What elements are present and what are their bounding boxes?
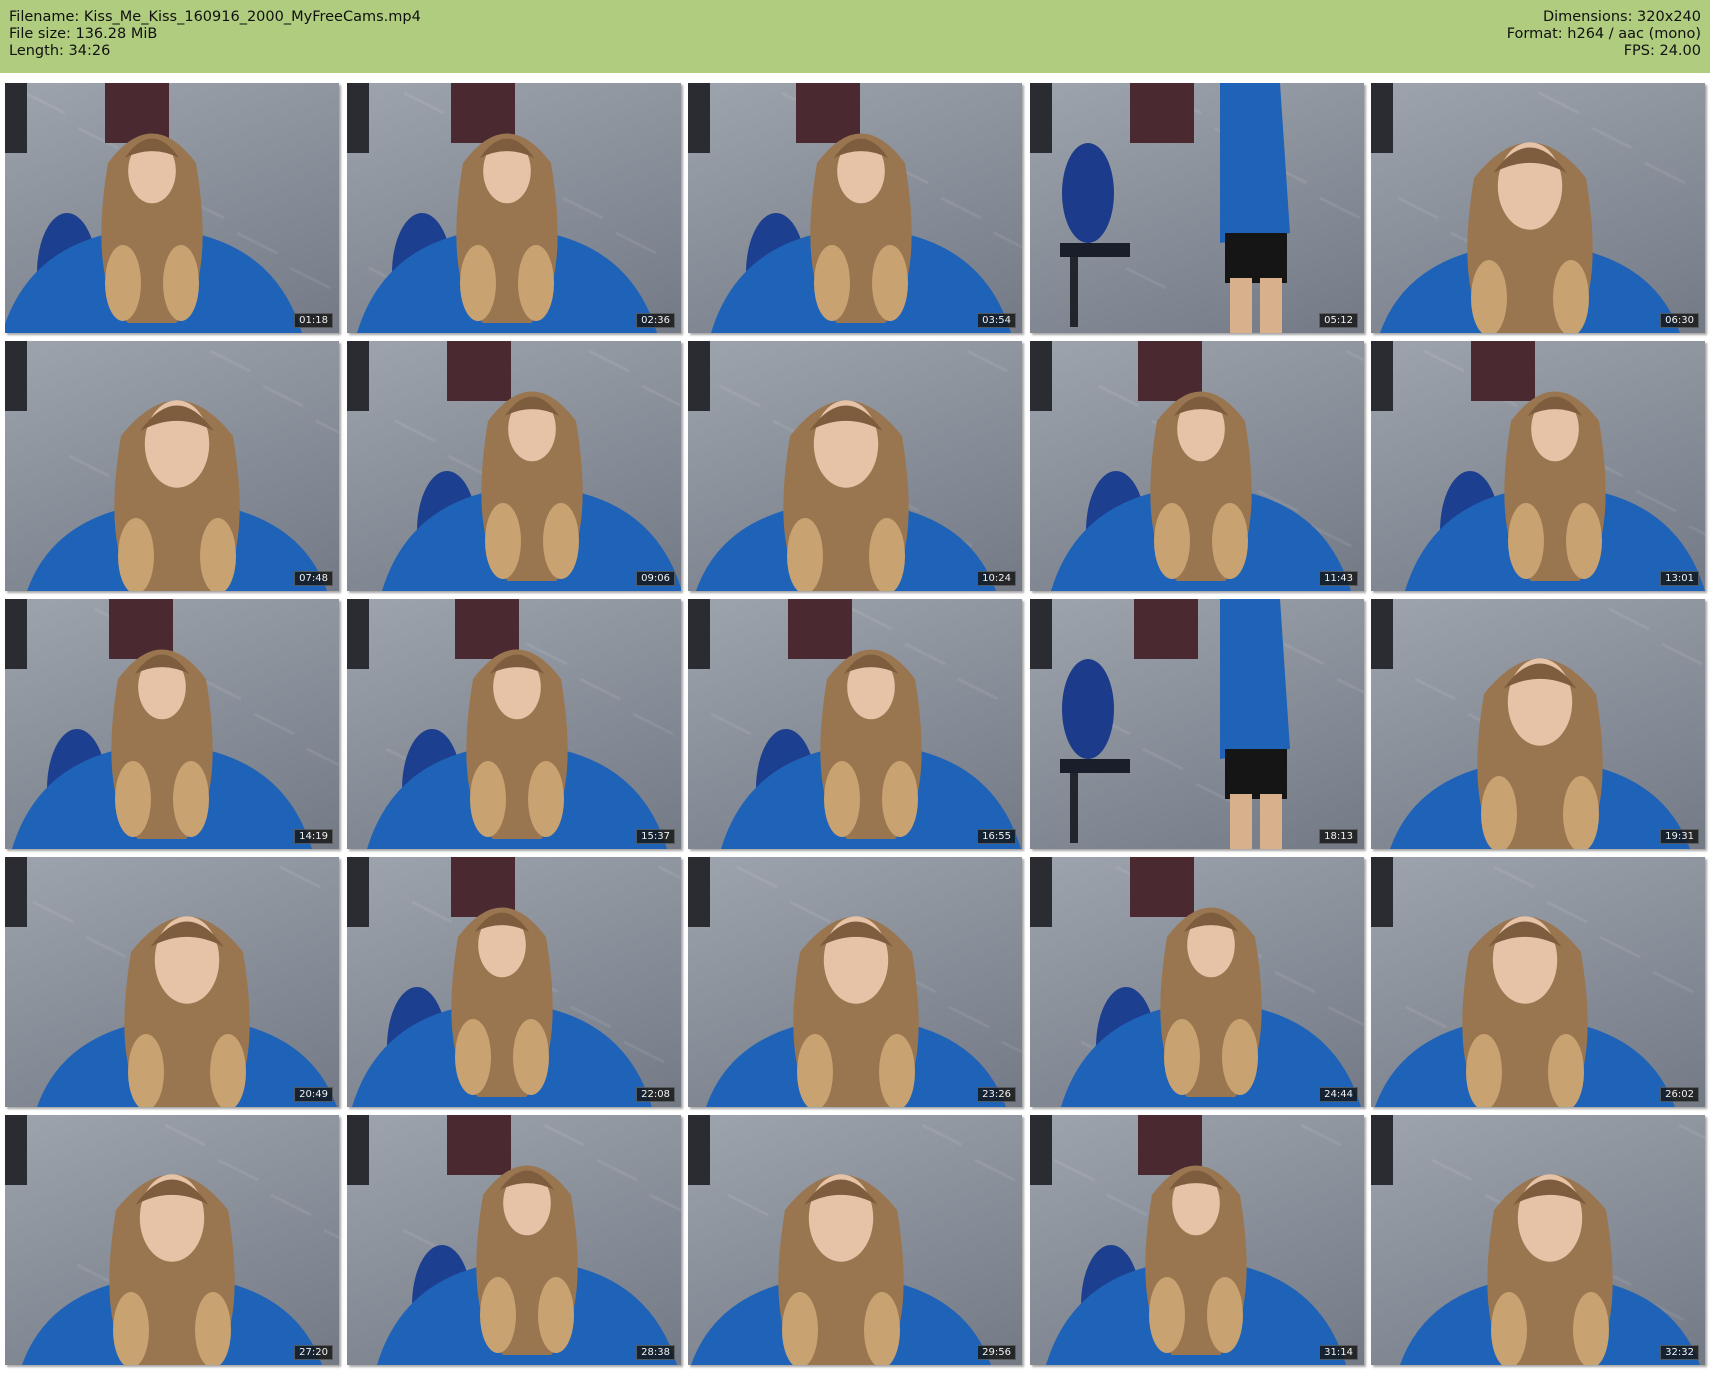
video-thumbnail: 20:49 — [5, 857, 339, 1107]
thumbnail-timestamp: 24:44 — [1319, 1087, 1358, 1102]
thumbnail-timestamp: 31:14 — [1319, 1345, 1358, 1360]
thumbnail-image — [347, 1115, 681, 1365]
thumbnail-timestamp: 02:36 — [636, 313, 675, 328]
thumbnail-timestamp: 29:56 — [977, 1345, 1016, 1360]
thumbnail-timestamp: 01:18 — [294, 313, 333, 328]
video-thumbnail: 26:02 — [1371, 857, 1705, 1107]
video-thumbnail: 07:48 — [5, 341, 339, 591]
thumbnail-image — [1030, 1115, 1346, 1365]
thumbnail-image — [1371, 83, 1686, 333]
thumbnail-timestamp: 13:01 — [1660, 571, 1699, 586]
thumbnail-image — [347, 857, 681, 1107]
video-thumbnail: 31:14 — [1030, 1115, 1364, 1365]
video-thumbnail: 11:43 — [1030, 341, 1364, 591]
thumbnail-image — [688, 599, 1021, 849]
thumbnail-timestamp: 26:02 — [1660, 1087, 1699, 1102]
thumbnail-timestamp: 32:32 — [1660, 1345, 1699, 1360]
thumbnail-image — [1371, 599, 1703, 849]
video-thumbnail: 18:13 — [1030, 599, 1364, 849]
thumbnail-timestamp: 23:26 — [977, 1087, 1016, 1102]
thumbnail-image — [347, 83, 657, 333]
filename-text: Filename: Kiss_Me_Kiss_160916_2000_MyFre… — [9, 9, 421, 25]
thumbnail-image — [1030, 599, 1364, 849]
video-thumbnail: 23:26 — [688, 857, 1022, 1107]
thumbnail-timestamp: 20:49 — [294, 1087, 333, 1102]
video-thumbnail: 05:12 — [1030, 83, 1364, 333]
thumbnail-image — [688, 857, 1022, 1107]
video-thumbnail: 02:36 — [347, 83, 681, 333]
thumbnail-image — [5, 1115, 339, 1365]
video-thumbnail: 03:54 — [688, 83, 1022, 333]
video-thumbnail: 19:31 — [1371, 599, 1705, 849]
thumbnail-timestamp: 18:13 — [1319, 829, 1358, 844]
thumbnail-grid: 01:18 02:36 03:54 05:12 06:30 07:48 09:06 10:24… — [0, 73, 1710, 1373]
thumbnail-timestamp: 07:48 — [294, 571, 333, 586]
thumbnail-timestamp: 11:43 — [1319, 571, 1358, 586]
file-info-right: Dimensions: 320x240 Format: h264 / aac (… — [1507, 9, 1701, 60]
thumbnail-timestamp: 14:19 — [294, 829, 333, 844]
video-thumbnail: 10:24 — [688, 341, 1022, 591]
video-thumbnail: 01:18 — [5, 83, 339, 333]
video-thumbnail: 13:01 — [1371, 341, 1705, 591]
thumbnail-image — [1371, 857, 1694, 1107]
length-text: Length: 34:26 — [9, 43, 111, 59]
thumbnail-image — [5, 857, 337, 1107]
thumbnail-timestamp: 28:38 — [636, 1345, 675, 1360]
thumbnail-image — [688, 1115, 1016, 1365]
fps-text: FPS: 24.00 — [1623, 43, 1701, 59]
thumbnail-timestamp: 03:54 — [977, 313, 1016, 328]
thumbnail-timestamp: 16:55 — [977, 829, 1016, 844]
thumbnail-timestamp: 10:24 — [977, 571, 1016, 586]
thumbnail-image — [5, 83, 331, 333]
thumbnail-timestamp: 19:31 — [1660, 829, 1699, 844]
thumbnail-image — [5, 341, 339, 591]
dimensions-text: Dimensions: 320x240 — [1542, 9, 1701, 25]
thumbnail-image — [1030, 83, 1361, 333]
thumbnail-image — [347, 341, 681, 591]
thumbnail-timestamp: 05:12 — [1319, 313, 1358, 328]
video-thumbnail: 15:37 — [347, 599, 681, 849]
video-thumbnail: 16:55 — [688, 599, 1022, 849]
thumbnail-image — [1371, 341, 1705, 591]
thumbnail-image — [1030, 857, 1364, 1107]
file-size-text: File size: 136.28 MiB — [9, 26, 158, 42]
video-thumbnail: 22:08 — [347, 857, 681, 1107]
thumbnail-timestamp: 15:37 — [636, 829, 675, 844]
video-thumbnail: 24:44 — [1030, 857, 1364, 1107]
thumbnail-timestamp: 06:30 — [1660, 313, 1699, 328]
video-thumbnail: 06:30 — [1371, 83, 1705, 333]
video-thumbnail: 32:32 — [1371, 1115, 1705, 1365]
video-thumbnail: 27:20 — [5, 1115, 339, 1365]
thumbnail-image — [688, 341, 1008, 591]
thumbnail-timestamp: 27:20 — [294, 1345, 333, 1360]
video-thumbnail: 28:38 — [347, 1115, 681, 1365]
video-thumbnail: 14:19 — [5, 599, 339, 849]
thumbnail-image — [347, 599, 674, 849]
thumbnail-image — [1030, 341, 1364, 591]
file-info-left: Filename: Kiss_Me_Kiss_160916_2000_MyFre… — [9, 9, 421, 60]
format-text: Format: h264 / aac (mono) — [1506, 26, 1701, 42]
thumbnail-image — [1371, 1115, 1705, 1365]
file-info-header: Filename: Kiss_Me_Kiss_160916_2000_MyFre… — [0, 0, 1710, 73]
thumbnail-timestamp: 09:06 — [636, 571, 675, 586]
video-thumbnail: 29:56 — [688, 1115, 1022, 1365]
thumbnail-image — [5, 599, 339, 849]
thumbnail-timestamp: 22:08 — [636, 1087, 675, 1102]
thumbnail-image — [688, 83, 1022, 333]
video-thumbnail: 09:06 — [347, 341, 681, 591]
